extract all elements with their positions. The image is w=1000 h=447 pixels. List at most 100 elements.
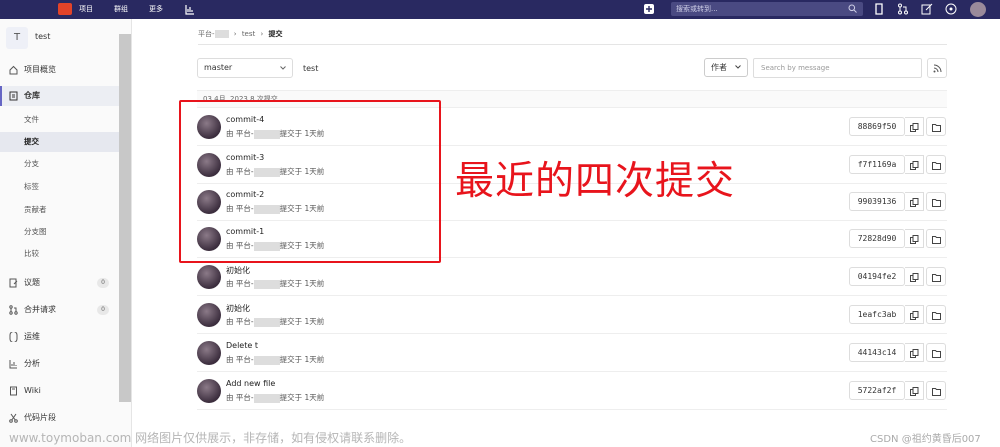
folder-icon [932, 162, 941, 170]
browse-files-button[interactable] [926, 229, 946, 248]
copy-sha-button[interactable] [905, 192, 924, 211]
breadcrumb-project[interactable]: test [242, 30, 255, 38]
sidebar-item-snippets[interactable]: 代码片段 [0, 408, 119, 428]
folder-icon [932, 312, 941, 320]
sidebar-scrollbar[interactable] [119, 34, 131, 402]
commit-row[interactable]: 初始化由 平台- 提交于 1天前 04194fe2 [197, 258, 947, 296]
copy-icon [910, 349, 919, 358]
author-filter-label: 作者 [711, 63, 727, 72]
browse-files-button[interactable] [926, 155, 946, 174]
copy-sha-button[interactable] [905, 117, 924, 136]
sidebar-item-issues[interactable]: 议题 0 [0, 273, 119, 293]
commit-sha[interactable]: 1eafc3ab [849, 305, 905, 324]
watermark-right: CSDN @祖约黄昏后007 [870, 434, 981, 445]
redacted-text [253, 355, 280, 365]
sidebar-item-overview[interactable]: 项目概览 [0, 60, 119, 80]
commit-sha[interactable]: 44143c14 [849, 343, 905, 362]
redacted-text [253, 279, 280, 289]
help-icon[interactable] [945, 3, 957, 15]
commit-author[interactable]: 由 平台- [226, 317, 254, 326]
analytics-icon [9, 360, 17, 369]
commit-sha[interactable]: f7f1169a [849, 155, 905, 174]
sidebar-subitem-tags[interactable]: 标签 [0, 177, 119, 197]
activity-chart-icon[interactable] [185, 3, 195, 15]
commit-row[interactable]: 初始化由 平台- 提交于 1天前 1eafc3ab [197, 296, 947, 334]
issues-count-badge: 0 [97, 278, 109, 288]
issues-edit-icon[interactable] [921, 3, 933, 15]
nav-groups[interactable]: 群组 [114, 4, 128, 14]
rss-feed-button[interactable] [927, 58, 947, 78]
commit-search-input[interactable]: Search by message [753, 58, 922, 78]
sidebar-item-label: 分析 [24, 359, 40, 368]
commit-row[interactable]: Add new file 由 平台- 提交于 1天前 5722af2f [197, 372, 947, 410]
commit-title[interactable]: Add new file [226, 379, 275, 388]
rss-icon [933, 64, 942, 73]
copy-sha-button[interactable] [905, 343, 924, 362]
copy-icon [910, 311, 919, 320]
sidebar-subitem-graph[interactable]: 分支图 [0, 222, 119, 242]
branch-name: master [204, 63, 233, 72]
commit-sha[interactable]: 04194fe2 [849, 267, 905, 286]
author-avatar[interactable] [197, 265, 221, 289]
commit-meta: 由 平台- 提交于 1天前 [226, 316, 324, 327]
breadcrumb-root[interactable]: 平台- [198, 30, 215, 38]
home-icon [9, 65, 18, 75]
commit-row[interactable]: Delete t 由 平台- 提交于 1天前 44143c14 [197, 334, 947, 372]
branch-select[interactable]: master [197, 58, 293, 78]
project-avatar: T [6, 27, 28, 49]
commit-title[interactable]: Delete t [226, 341, 258, 350]
sidebar-subitem-commits[interactable]: 提交 [0, 132, 119, 152]
file-path[interactable]: test [303, 64, 318, 73]
commit-sha[interactable]: 99039136 [849, 192, 905, 211]
copy-sha-button[interactable] [905, 305, 924, 324]
commit-title[interactable]: 初始化 [226, 303, 250, 314]
wiki-icon [10, 386, 17, 396]
sidebar-subitem-contributors[interactable]: 贡献者 [0, 200, 119, 220]
author-avatar[interactable] [197, 379, 221, 403]
sidebar-item-analytics[interactable]: 分析 [0, 354, 119, 374]
author-avatar[interactable] [197, 303, 221, 327]
sidebar-item-operations[interactable]: 运维 [0, 327, 119, 347]
sidebar-subitem-files[interactable]: 文件 [0, 110, 119, 130]
copy-sha-button[interactable] [905, 155, 924, 174]
sidebar-subitem-compare[interactable]: 比较 [0, 244, 119, 264]
commit-sha[interactable]: 88869f50 [849, 117, 905, 136]
copy-sha-button[interactable] [905, 229, 924, 248]
browse-files-button[interactable] [926, 305, 946, 324]
commit-sha[interactable]: 72828d90 [849, 229, 905, 248]
sidebar-subitem-branches[interactable]: 分支 [0, 154, 119, 174]
author-filter-button[interactable]: 作者 [704, 58, 748, 77]
commit-title[interactable]: 初始化 [226, 265, 250, 276]
merge-requests-count-badge: 0 [97, 305, 109, 315]
commit-author[interactable]: 由 平台- [226, 355, 254, 364]
search-icon [848, 4, 857, 13]
copy-sha-button[interactable] [905, 267, 924, 286]
merge-requests-icon[interactable] [897, 3, 909, 15]
global-search-input[interactable]: 搜索或转到... [671, 2, 863, 16]
browse-files-button[interactable] [926, 267, 946, 286]
sidebar-item-repository[interactable]: 仓库 [0, 86, 119, 106]
author-avatar[interactable] [197, 341, 221, 365]
sidebar-item-wiki[interactable]: Wiki [0, 381, 119, 401]
copy-icon [910, 161, 919, 170]
todo-icon[interactable] [873, 3, 885, 15]
commit-author[interactable]: 由 平台- [226, 393, 254, 402]
commit-meta: 由 平台- 提交于 1天前 [226, 354, 324, 365]
plus-icon[interactable] [643, 3, 655, 15]
sidebar-item-label: 代码片段 [24, 413, 56, 422]
commit-sha[interactable]: 5722af2f [849, 381, 905, 400]
browse-files-button[interactable] [926, 343, 946, 362]
user-avatar[interactable] [970, 2, 986, 17]
nav-projects[interactable]: 项目 [79, 4, 93, 14]
active-indicator [0, 86, 2, 106]
browse-files-button[interactable] [926, 381, 946, 400]
sidebar-item-merge-requests[interactable]: 合并请求 0 [0, 300, 119, 320]
sidebar-item-label: 仓库 [24, 91, 40, 100]
folder-icon [932, 199, 941, 207]
copy-sha-button[interactable] [905, 381, 924, 400]
browse-files-button[interactable] [926, 192, 946, 211]
nav-more[interactable]: 更多 [149, 4, 163, 14]
gitlab-logo-icon[interactable] [58, 3, 72, 15]
browse-files-button[interactable] [926, 117, 946, 136]
commit-author[interactable]: 由 平台- [226, 279, 254, 288]
